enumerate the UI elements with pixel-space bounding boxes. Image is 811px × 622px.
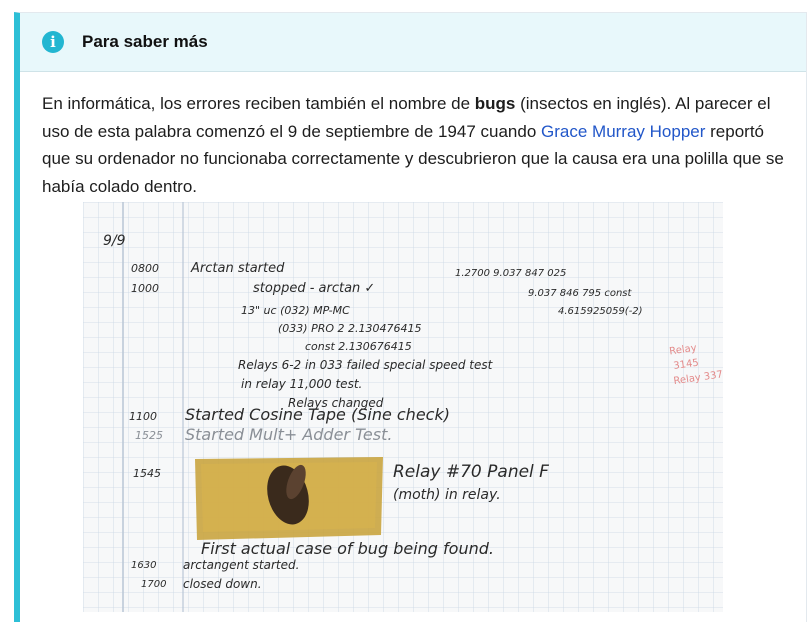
log-entry: (moth) in relay. <box>393 487 501 503</box>
log-numbers: 4.615925059(-2) <box>558 306 643 317</box>
logbook-photo: Relay 3145 Relay 3370 9/9 0800 Arctan st… <box>83 202 723 612</box>
log-entry: 13" uc (032) MP-MC <box>241 304 350 317</box>
info-icon: i <box>42 31 64 53</box>
log-time: 1630 <box>131 560 156 571</box>
log-entry: stopped - arctan ✓ <box>253 281 375 296</box>
log-time: 1000 <box>131 282 159 295</box>
log-numbers: 1.2700 9.037 847 025 <box>455 268 566 279</box>
callout-title: Para saber más <box>82 32 208 51</box>
grace-hopper-link[interactable]: Grace Murray Hopper <box>541 122 705 141</box>
log-entry: First actual case of bug being found. <box>201 539 494 558</box>
log-entry: Arctan started <box>190 261 285 276</box>
log-entry: in relay 11,000 test. <box>241 377 362 391</box>
callout-paragraph: En informática, los errores reciben tamb… <box>20 72 806 200</box>
log-entry: Relay #70 Panel F <box>393 462 549 482</box>
log-date: 9/9 <box>103 233 126 249</box>
log-time: 1545 <box>133 467 161 480</box>
paragraph-text: En informática, los errores reciben tamb… <box>42 94 475 113</box>
log-entry: closed down. <box>183 577 262 591</box>
log-time: 1525 <box>135 429 163 442</box>
log-entry: const 2.130676415 <box>305 340 412 353</box>
log-time: 0800 <box>131 262 159 275</box>
log-time: 1700 <box>141 579 166 590</box>
taped-moth <box>195 457 383 540</box>
log-entry: (033) PRO 2 2.130476415 <box>278 322 421 335</box>
log-time: 1100 <box>129 410 157 423</box>
log-entry: Started Cosine Tape (Sine check) <box>185 405 450 424</box>
callout-header: i Para saber más <box>20 13 806 72</box>
log-entry: Started Mult+ Adder Test. <box>185 425 392 444</box>
log-entry: arctangent started. <box>183 558 299 572</box>
log-numbers: 9.037 846 795 const <box>528 288 633 299</box>
log-entry: Relays 6-2 in 033 failed special speed t… <box>238 358 494 372</box>
bold-term: bugs <box>474 94 516 113</box>
